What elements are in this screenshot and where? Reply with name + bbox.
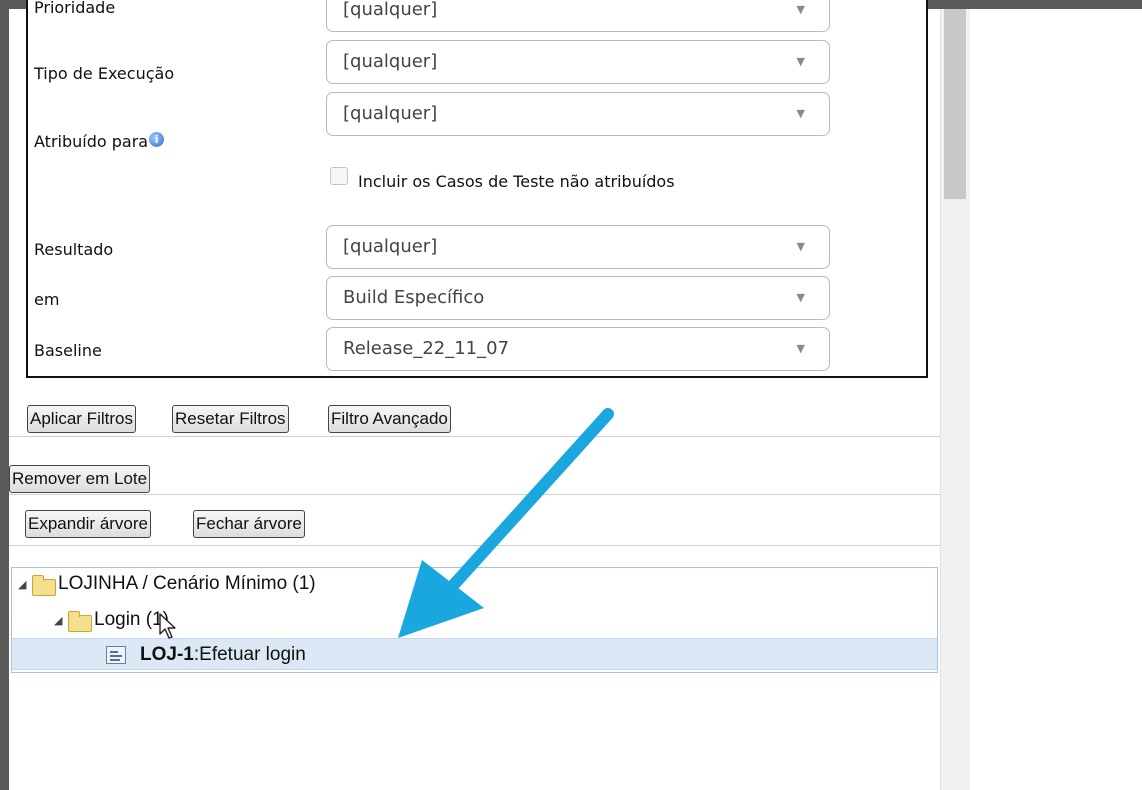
- chevron-down-icon: ▼: [796, 342, 805, 355]
- chevron-down-icon: ▼: [796, 55, 805, 68]
- select-value: [qualquer]: [343, 0, 438, 20]
- test-case-icon: [106, 646, 126, 664]
- select-tipo-execucao[interactable]: [qualquer] ▼: [326, 40, 830, 84]
- select-em[interactable]: Build Específico ▼: [326, 276, 830, 320]
- expand-tree-button[interactable]: Expandir árvore: [25, 510, 152, 538]
- mouse-cursor-icon: [159, 613, 176, 639]
- select-value: [qualquer]: [343, 103, 438, 124]
- checkbox-incluir-nao-atribuidos[interactable]: [330, 167, 348, 185]
- batch-remove-button[interactable]: Remover em Lote: [9, 465, 151, 493]
- apply-filters-button[interactable]: Aplicar Filtros: [27, 405, 136, 433]
- blank-area: [970, 9, 1142, 790]
- reset-filters-button[interactable]: Resetar Filtros: [172, 405, 289, 433]
- select-value: [qualquer]: [343, 236, 438, 257]
- select-baseline[interactable]: Release_22_11_07 ▼: [326, 327, 830, 371]
- label-text: Atribuído para: [34, 132, 149, 151]
- test-case-id: LOJ-1: [140, 644, 194, 665]
- select-resultado[interactable]: [qualquer] ▼: [326, 225, 830, 269]
- folder-icon: [32, 575, 56, 596]
- tree-node-label: LOJINHA / Cenário Mínimo (1): [58, 573, 316, 594]
- chevron-down-icon: ▼: [796, 107, 805, 120]
- select-value: Release_22_11_07: [343, 338, 510, 359]
- annotation-arrow-icon: [398, 408, 614, 638]
- tree-node-label: LOJ-1:Efetuar login: [140, 639, 306, 671]
- label-tipo-execucao: Tipo de Execução: [34, 64, 175, 83]
- label-resultado: Resultado: [34, 240, 114, 259]
- test-case-title: Efetuar login: [199, 644, 306, 665]
- info-icon[interactable]: i: [149, 132, 165, 147]
- window-frame-left: [0, 0, 9, 790]
- checkbox-label: Incluir os Casos de Teste não atribuídos: [358, 172, 675, 191]
- chevron-down-icon: ▼: [796, 291, 805, 304]
- label-em: em: [34, 290, 60, 309]
- folder-icon: [68, 611, 92, 632]
- label-atribuido-para: Atribuído para i: [34, 132, 165, 151]
- select-value: [qualquer]: [343, 51, 438, 72]
- expanded-triangle-icon[interactable]: ◢: [18, 569, 26, 601]
- select-atribuido-para[interactable]: [qualquer] ▼: [326, 92, 830, 136]
- chevron-down-icon: ▼: [796, 240, 805, 253]
- collapse-tree-button[interactable]: Fechar árvore: [193, 510, 305, 538]
- select-prioridade[interactable]: [qualquer] ▼: [326, 0, 830, 32]
- chevron-down-icon: ▼: [796, 3, 805, 16]
- expanded-triangle-icon[interactable]: ◢: [54, 605, 62, 637]
- label-baseline: Baseline: [34, 341, 102, 360]
- scrollbar-thumb[interactable]: [944, 9, 966, 199]
- label-prioridade: Prioridade: [34, 0, 116, 17]
- select-value: Build Específico: [343, 287, 485, 308]
